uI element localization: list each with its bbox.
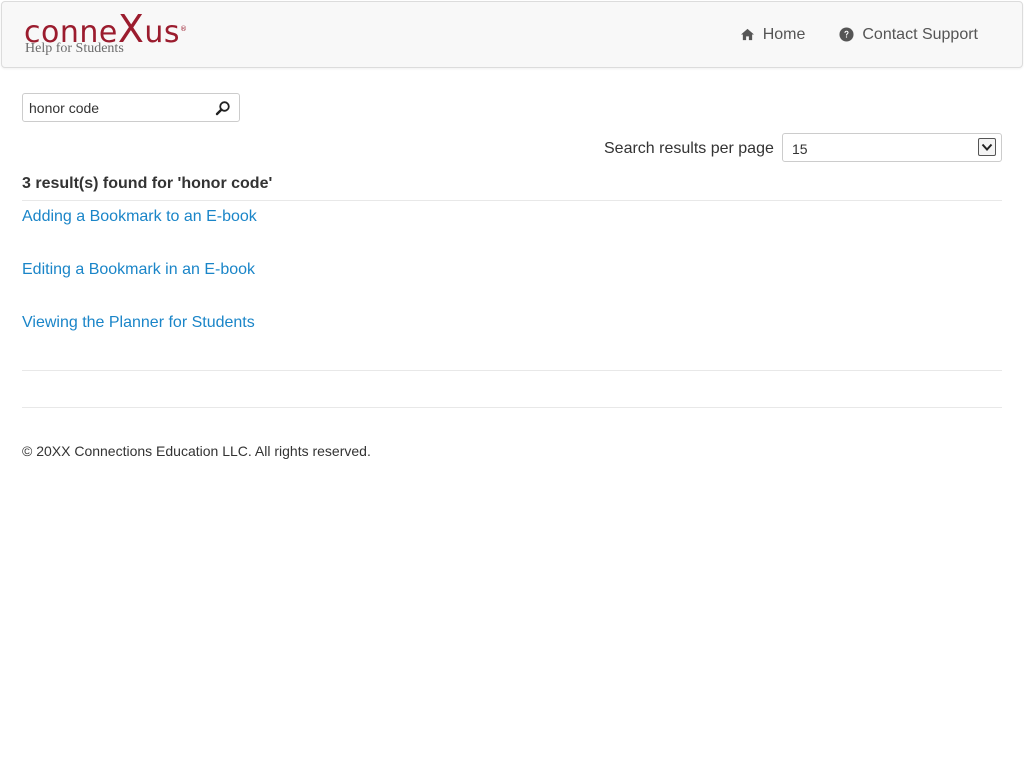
search-icon xyxy=(215,101,230,116)
logo-text-end: us xyxy=(144,15,181,50)
per-page-select[interactable]: 15 xyxy=(782,133,1002,162)
nav-home-link[interactable]: Home xyxy=(740,25,806,44)
nav-contact-support-label: Contact Support xyxy=(862,25,978,43)
top-navbar: conneXus® Help for Students Home Contact… xyxy=(1,1,1023,68)
footer-divider xyxy=(22,407,1002,408)
search-button[interactable] xyxy=(215,100,231,116)
result-link[interactable]: Adding a Bookmark to an E-book xyxy=(22,208,257,226)
home-icon xyxy=(740,28,754,41)
search-input[interactable] xyxy=(29,98,209,118)
search-box xyxy=(22,93,240,122)
result-link[interactable]: Viewing the Planner for Students xyxy=(22,314,255,332)
per-page-label: Search results per page xyxy=(604,140,774,157)
results-divider-bottom xyxy=(22,370,1002,371)
connexus-logo[interactable]: conneXus® Help for Students xyxy=(24,10,244,60)
nav-contact-support-link[interactable]: Contact Support xyxy=(839,26,978,44)
per-page-value: 15 xyxy=(792,141,808,157)
results-summary: 3 result(s) found for 'honor code' xyxy=(22,175,273,192)
footer-copyright: © 20XX Connections Education LLC. All ri… xyxy=(22,443,371,459)
nav-home-label: Home xyxy=(762,25,806,43)
chevron-down-icon xyxy=(978,138,996,156)
results-divider-top xyxy=(22,200,1002,201)
question-circle-icon xyxy=(839,27,854,42)
logo-registered-mark: ® xyxy=(180,25,188,33)
logo-subtitle: Help for Students xyxy=(25,41,124,56)
nav-links: Home Contact Support xyxy=(706,2,978,67)
result-link[interactable]: Editing a Bookmark in an E-book xyxy=(22,261,255,279)
